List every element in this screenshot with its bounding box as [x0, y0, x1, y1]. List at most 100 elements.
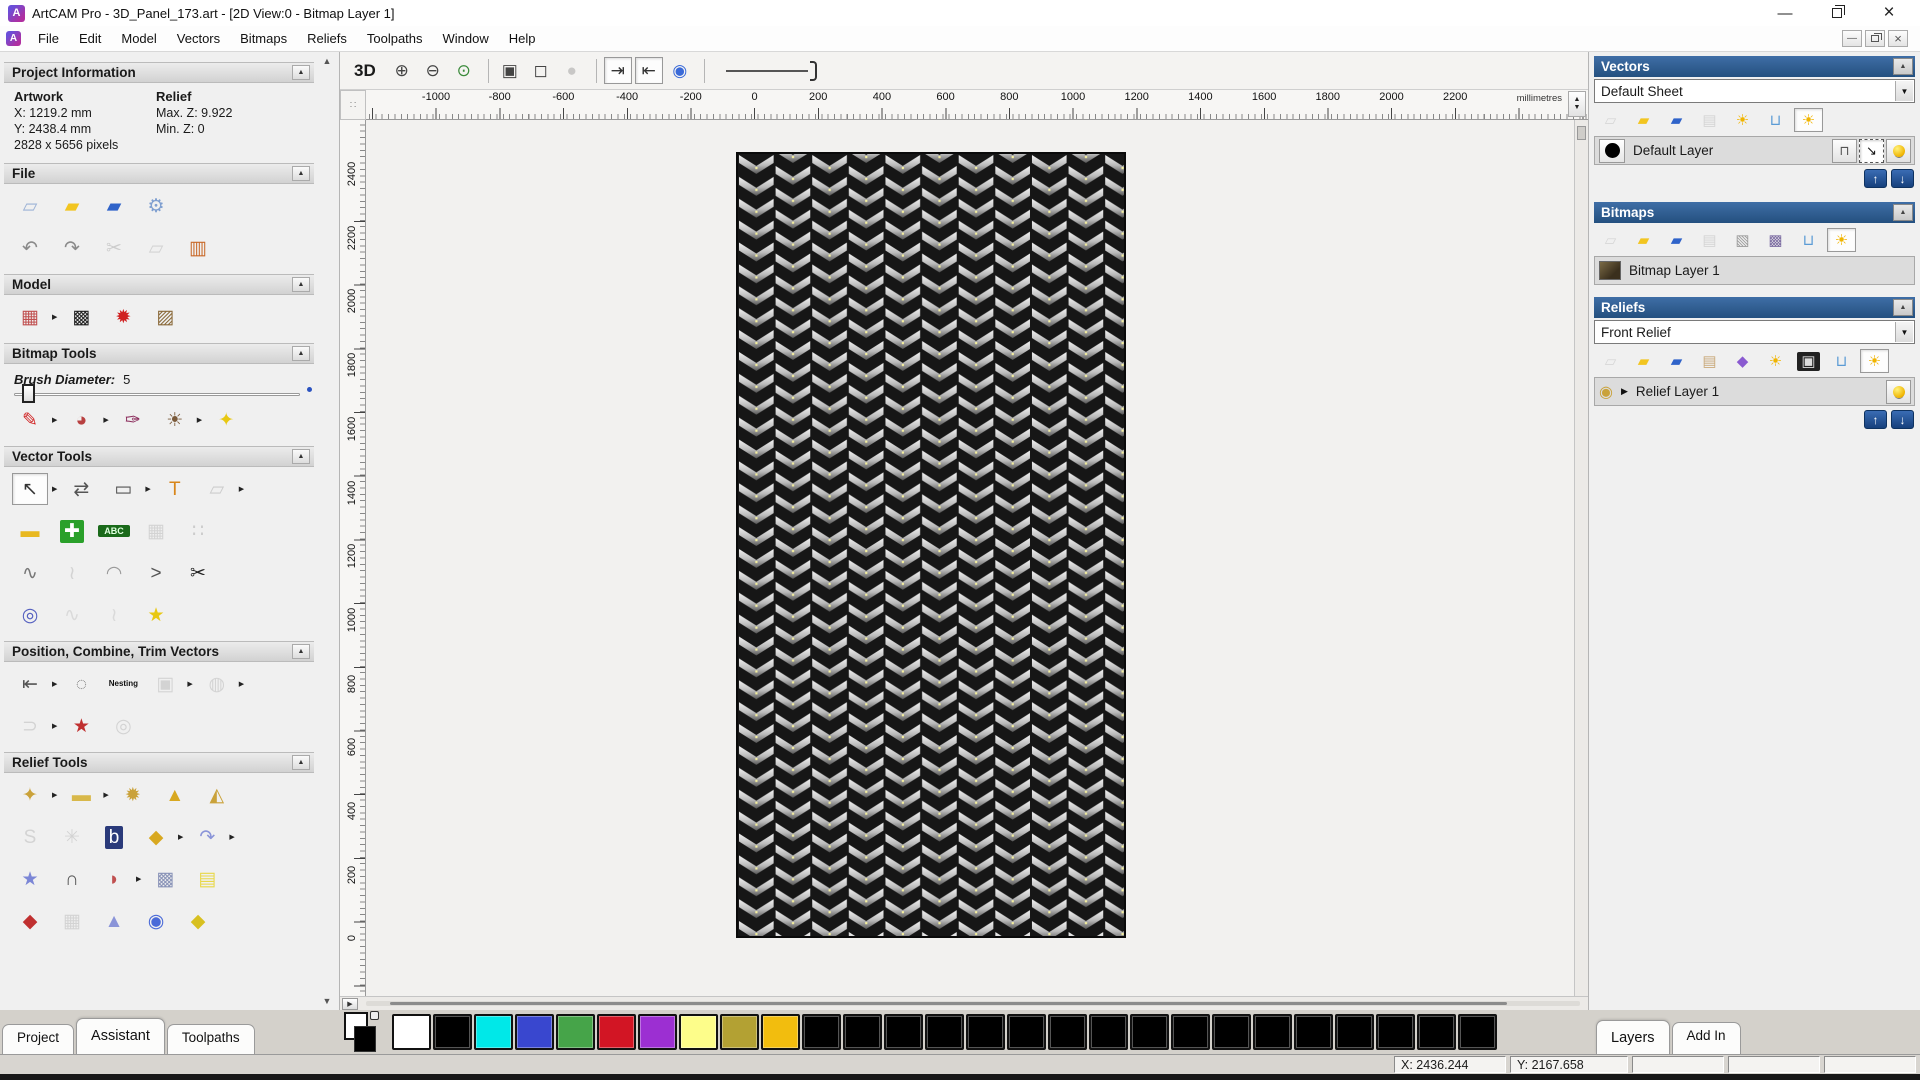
- rollup-button[interactable]: ▲: [292, 277, 310, 292]
- relief-layer-light-icon[interactable]: ☀: [1761, 349, 1790, 373]
- palette-swatch[interactable]: [1458, 1014, 1497, 1050]
- palette-swatch[interactable]: [1130, 1014, 1169, 1050]
- brush-diameter-slider[interactable]: [4, 389, 314, 398]
- toggle-bitmap-visibility-icon[interactable]: ⇤: [635, 57, 663, 84]
- move-layer-up-button[interactable]: ↑: [1864, 169, 1887, 188]
- zoom-slider-handle[interactable]: [810, 61, 817, 81]
- relief-pyramid-icon[interactable]: ▲: [96, 905, 132, 937]
- mdi-restore-button[interactable]: [1865, 30, 1885, 47]
- undo-icon[interactable]: ↶: [12, 232, 48, 264]
- save-relief-layer-icon[interactable]: ▰: [1662, 349, 1691, 373]
- turn-relief-icon[interactable]: ◭: [199, 779, 235, 811]
- create-arc-icon[interactable]: ◠: [96, 557, 132, 589]
- texture-relief-icon[interactable]: ▩: [147, 863, 183, 895]
- relief-dome-icon[interactable]: ◉: [138, 905, 174, 937]
- calculate-relief-icon[interactable]: ✦: [12, 779, 48, 811]
- merge-relief-layers-icon[interactable]: ▤: [1695, 349, 1724, 373]
- toggle-layer-light-icon[interactable]: ☀: [1728, 108, 1757, 132]
- toggle-vector-visibility-icon[interactable]: ⇥: [604, 57, 632, 84]
- create-ring-icon[interactable]: ◎: [12, 599, 48, 631]
- palette-swatch[interactable]: [966, 1014, 1005, 1050]
- palette-swatch[interactable]: [556, 1014, 595, 1050]
- menu-toolpaths[interactable]: Toolpaths: [357, 28, 433, 49]
- spin-relief-icon[interactable]: ✹: [115, 779, 151, 811]
- show-all-bitmap-layers-icon[interactable]: ☀: [1827, 228, 1856, 252]
- rollup-button[interactable]: ▲: [292, 65, 310, 80]
- greyscale-from-model-icon[interactable]: ▩: [63, 301, 99, 333]
- menu-edit[interactable]: Edit: [69, 28, 111, 49]
- chevron-down-icon[interactable]: ▼: [1895, 81, 1913, 101]
- tab-add-in[interactable]: Add In: [1672, 1022, 1741, 1054]
- palette-swatch[interactable]: [1212, 1014, 1251, 1050]
- load-texture-icon[interactable]: ▨: [147, 301, 183, 333]
- colour-palette-icon[interactable]: ☀: [157, 404, 193, 436]
- palette-swatch[interactable]: [392, 1014, 431, 1050]
- palette-swatch[interactable]: [1253, 1014, 1292, 1050]
- pick-colour-icon[interactable]: ✑: [115, 404, 151, 436]
- flood-fill-icon[interactable]: ◕: [63, 404, 99, 436]
- offset-relief-icon[interactable]: ↷: [189, 821, 225, 853]
- relief-select[interactable]: Front Relief ▼: [1594, 320, 1915, 344]
- menu-help[interactable]: Help: [499, 28, 546, 49]
- relief-layer-sheet-icon[interactable]: ▤: [189, 863, 225, 895]
- palette-swatch[interactable]: [638, 1014, 677, 1050]
- open-bitmap-layer-icon[interactable]: ▰: [1629, 228, 1658, 252]
- save-bitmap-layer-icon[interactable]: ▰: [1662, 228, 1691, 252]
- swept-arc-relief-icon[interactable]: ◗: [96, 863, 132, 895]
- move-layer-down-button[interactable]: ↓: [1891, 410, 1914, 429]
- vector-layer-row[interactable]: Default Layer ⊓ ↘: [1594, 136, 1915, 165]
- extrude-relief-icon[interactable]: ▲: [157, 779, 193, 811]
- flyout-arrow-icon[interactable]: ▶: [239, 485, 244, 493]
- new-model-icon[interactable]: ▱: [12, 190, 48, 222]
- flyout-arrow-icon[interactable]: ▶: [103, 416, 108, 424]
- bitmap-layer-row[interactable]: Bitmap Layer 1: [1594, 256, 1915, 285]
- flyout-arrow-icon[interactable]: ▶: [197, 416, 202, 424]
- palette-swatch[interactable]: [597, 1014, 636, 1050]
- restore-button[interactable]: [1824, 3, 1850, 23]
- chevron-down-icon[interactable]: ▼: [1895, 322, 1913, 342]
- primary-secondary-colour[interactable]: [344, 1012, 388, 1052]
- zoom-slider[interactable]: [726, 59, 826, 83]
- palette-swatch[interactable]: [433, 1014, 472, 1050]
- open-vector-layer-icon[interactable]: ▰: [1629, 108, 1658, 132]
- slider-handle[interactable]: [22, 384, 35, 403]
- model-lighting-icon[interactable]: ✹: [105, 301, 141, 333]
- greyscale-preview-icon[interactable]: ▣: [1794, 349, 1823, 373]
- layer-visibility-button[interactable]: [1886, 380, 1911, 404]
- palette-swatch[interactable]: [1007, 1014, 1046, 1050]
- delete-bitmap-layer-icon[interactable]: ⊔: [1794, 228, 1823, 252]
- measure-tool-icon[interactable]: ▬: [12, 515, 48, 547]
- rollup-button[interactable]: ▲: [1893, 58, 1913, 75]
- create-rectangle-icon[interactable]: ▭: [105, 473, 141, 505]
- flyout-arrow-icon[interactable]: ▶: [52, 485, 57, 493]
- rollup-button[interactable]: ▲: [292, 346, 310, 361]
- greyscale-layer-icon[interactable]: ▧: [1728, 228, 1757, 252]
- emboss-relief-icon[interactable]: b: [96, 821, 132, 853]
- transfer-relief-layer-icon[interactable]: ◆: [1728, 349, 1757, 373]
- star-relief-icon[interactable]: ★: [12, 863, 48, 895]
- zoom-previous-icon[interactable]: ⊙: [450, 57, 478, 84]
- horizontal-scrollbar-track[interactable]: [366, 1001, 1580, 1006]
- palette-swatch[interactable]: [679, 1014, 718, 1050]
- create-star-icon[interactable]: ★: [138, 599, 174, 631]
- block-copy-icon[interactable]: ✚: [54, 515, 90, 547]
- expand-arrow-icon[interactable]: ▶: [1621, 386, 1628, 397]
- zoom-out-icon[interactable]: ⊖: [419, 57, 447, 84]
- palette-swatch[interactable]: [1294, 1014, 1333, 1050]
- minimize-button[interactable]: —: [1772, 3, 1798, 23]
- horizontal-scrollbar[interactable]: ▶: [340, 996, 1588, 1010]
- tab-layers[interactable]: Layers: [1596, 1020, 1670, 1054]
- show-all-vector-layers-icon[interactable]: ☀: [1794, 108, 1823, 132]
- shape-editor-icon[interactable]: ▬: [63, 779, 99, 811]
- switch-3d-view-button[interactable]: 3D: [348, 59, 382, 83]
- preview-relief-icon[interactable]: ◉: [666, 57, 694, 84]
- flyout-arrow-icon[interactable]: ▶: [52, 791, 57, 799]
- save-vector-layer-icon[interactable]: ▰: [1662, 108, 1691, 132]
- menu-reliefs[interactable]: Reliefs: [297, 28, 357, 49]
- palette-swatch[interactable]: [1171, 1014, 1210, 1050]
- palette-swatch[interactable]: [843, 1014, 882, 1050]
- palette-swatch[interactable]: [761, 1014, 800, 1050]
- layer-colour-swatch[interactable]: [1599, 139, 1625, 163]
- redo-icon[interactable]: ↷: [54, 232, 90, 264]
- lock-icon[interactable]: ⊓: [1832, 139, 1857, 163]
